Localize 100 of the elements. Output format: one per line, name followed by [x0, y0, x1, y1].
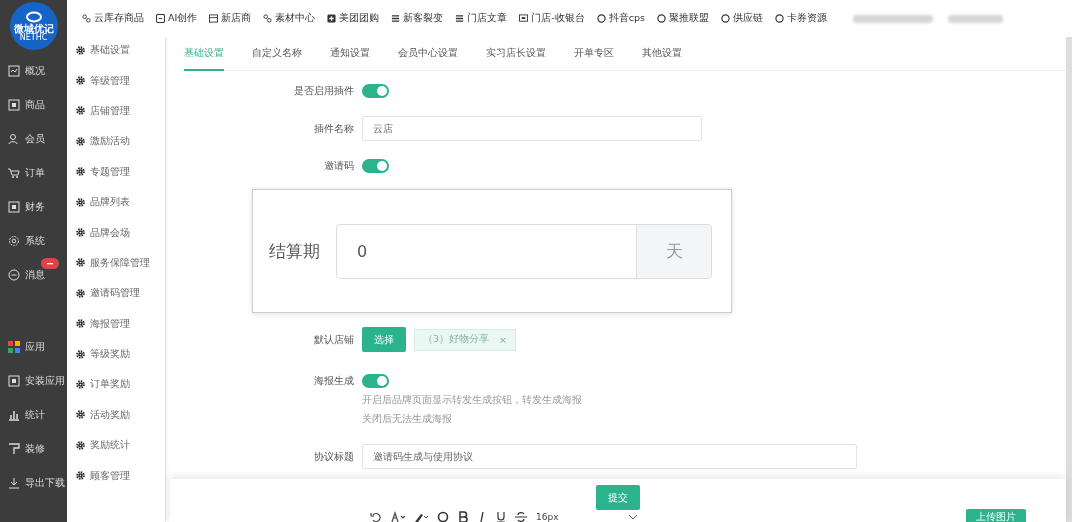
toggle-switch[interactable] — [362, 159, 389, 173]
gear-icon — [76, 167, 85, 177]
menu-icon — [391, 14, 401, 23]
bold-icon[interactable] — [458, 511, 468, 522]
nav-link[interactable]: 聚推联盟 — [656, 12, 709, 25]
menu-label: 订单 — [25, 166, 45, 180]
submenu-label: 邀请码管理 — [90, 286, 140, 301]
download-icon — [8, 477, 20, 489]
settings-tab[interactable]: 实习店长设置 — [486, 36, 546, 71]
menu-label: 消息 — [25, 268, 45, 282]
menu-item[interactable]: 装修 — [0, 432, 67, 466]
menu-item[interactable]: 统计 — [0, 398, 67, 432]
submenu-item[interactable]: 品牌列表 — [67, 186, 165, 218]
italic-icon[interactable] — [477, 511, 487, 522]
menu-item[interactable]: 商品 — [0, 88, 67, 122]
gear-icon — [76, 410, 85, 420]
menu-label: 装修 — [25, 442, 45, 456]
menu-item[interactable]: 安装应用 — [0, 364, 67, 398]
logo-mark-icon — [24, 10, 43, 23]
nav-link[interactable]: 门店文章 — [455, 12, 508, 25]
circle-icon — [720, 14, 730, 23]
square-icon — [8, 99, 20, 111]
dialog-label: 结算期 — [269, 239, 320, 263]
gear-icon — [76, 349, 85, 359]
nav-link[interactable]: 卡券资源 — [774, 12, 827, 25]
cart-icon — [8, 167, 20, 179]
submenu-item[interactable]: 激励活动 — [67, 126, 165, 157]
submenu-item[interactable]: 基础设置 — [67, 35, 165, 66]
gear-icon — [76, 440, 85, 450]
underline-icon[interactable] — [496, 511, 506, 522]
submenu-item[interactable]: 订单奖励 — [67, 369, 165, 400]
menu-item[interactable]: 导出下载 — [0, 466, 67, 500]
circle-icon — [774, 14, 784, 23]
nav-link[interactable]: 新客裂变 — [391, 12, 444, 25]
nav-link[interactable]: 供应链 — [720, 12, 763, 25]
apps-grid-icon — [8, 341, 20, 353]
submenu-item[interactable]: 顾客管理 — [67, 460, 165, 491]
settings-tab[interactable]: 会员中心设置 — [398, 36, 458, 71]
submenu-item[interactable]: 店铺管理 — [67, 95, 165, 127]
submenu-item[interactable]: 活动奖励 — [67, 399, 165, 431]
menu-item[interactable]: 会员 — [0, 122, 67, 156]
submenu-item[interactable]: 等级管理 — [67, 65, 165, 96]
gear-icon — [76, 380, 85, 389]
strikethrough-icon[interactable] — [515, 511, 527, 522]
font-color-icon[interactable] — [391, 511, 405, 522]
submenu-label: 专题管理 — [90, 164, 130, 179]
settings-tab[interactable]: 开单专区 — [574, 36, 614, 71]
submenu-item[interactable]: 邀请码管理 — [67, 278, 165, 309]
undo-icon[interactable] — [370, 511, 382, 522]
settlement-period-input[interactable]: 0 天 — [336, 223, 712, 279]
agreement-title-input[interactable]: 邀请码生成与使用协议 — [362, 444, 857, 469]
submenu-item[interactable]: 服务保障管理 — [67, 247, 165, 279]
field-label: 邀请码 — [323, 159, 354, 173]
submenu-item[interactable]: 专题管理 — [67, 156, 165, 187]
settings-tab[interactable]: 其他设置 — [642, 36, 682, 71]
nav-link[interactable]: AI创作 — [156, 12, 198, 25]
menu-item[interactable]: 财务 — [0, 190, 67, 224]
menu-item[interactable]: 系统 — [0, 224, 67, 258]
menu-item[interactable]: 概况 — [0, 54, 67, 88]
bar-chart-icon — [8, 409, 20, 421]
menu-label: 商品 — [25, 98, 45, 112]
menu-item[interactable]: 应用 — [0, 330, 67, 364]
settings-tab[interactable]: 通知设置 — [330, 36, 370, 71]
field-label: 协议标题 — [313, 449, 354, 464]
menu-label: 安装应用 — [25, 374, 65, 388]
circle-icon — [656, 14, 666, 23]
gear-icon — [76, 319, 85, 329]
settings-icon — [8, 235, 20, 247]
submenu-item[interactable]: 等级奖励 — [67, 338, 165, 370]
submenu-item[interactable]: 奖励统计 — [67, 430, 165, 461]
nav-link[interactable]: 美团团购 — [327, 12, 380, 25]
field-label: 默认店铺 — [313, 332, 354, 347]
submenu-label: 等级奖励 — [90, 347, 130, 362]
nav-link[interactable]: 素材中心 — [263, 12, 316, 25]
submenu-item[interactable]: 海报管理 — [67, 308, 165, 339]
highlighter-icon[interactable] — [414, 511, 428, 522]
chart-icon — [8, 65, 20, 77]
font-size-select[interactable]: 16px — [536, 512, 559, 522]
nav-link[interactable]: 门店-收银台 — [519, 12, 585, 25]
monitor-icon — [519, 14, 529, 23]
menu-label: 应用 — [25, 340, 45, 354]
hint-text: 关闭后无法生成海报 — [362, 413, 453, 426]
nav-link[interactable]: 抖音cps — [596, 12, 645, 25]
unit-addon: 天 — [636, 224, 711, 278]
menu-item[interactable]: 订单 — [0, 156, 67, 190]
plugin-name-input[interactable]: 云店 — [362, 116, 702, 141]
menu-label: 统计 — [25, 408, 45, 422]
menu-label: 财务 — [25, 200, 45, 214]
settings-tab[interactable]: 自定义名称 — [252, 36, 302, 71]
link-icon — [263, 14, 273, 23]
submenu-label: 服务保障管理 — [90, 255, 150, 270]
field-label: 是否启用插件 — [293, 84, 354, 98]
toggle-switch[interactable] — [362, 84, 389, 98]
toggle-switch[interactable] — [362, 374, 389, 388]
menu-item[interactable]: 消息 — [0, 258, 67, 292]
submenu-item[interactable]: 品牌会场 — [67, 217, 165, 248]
nav-link[interactable]: 新店商 — [209, 12, 252, 25]
caret-icon[interactable] — [627, 513, 638, 521]
nav-link[interactable]: 云库存商品 — [82, 12, 144, 25]
store-icon — [209, 14, 219, 23]
